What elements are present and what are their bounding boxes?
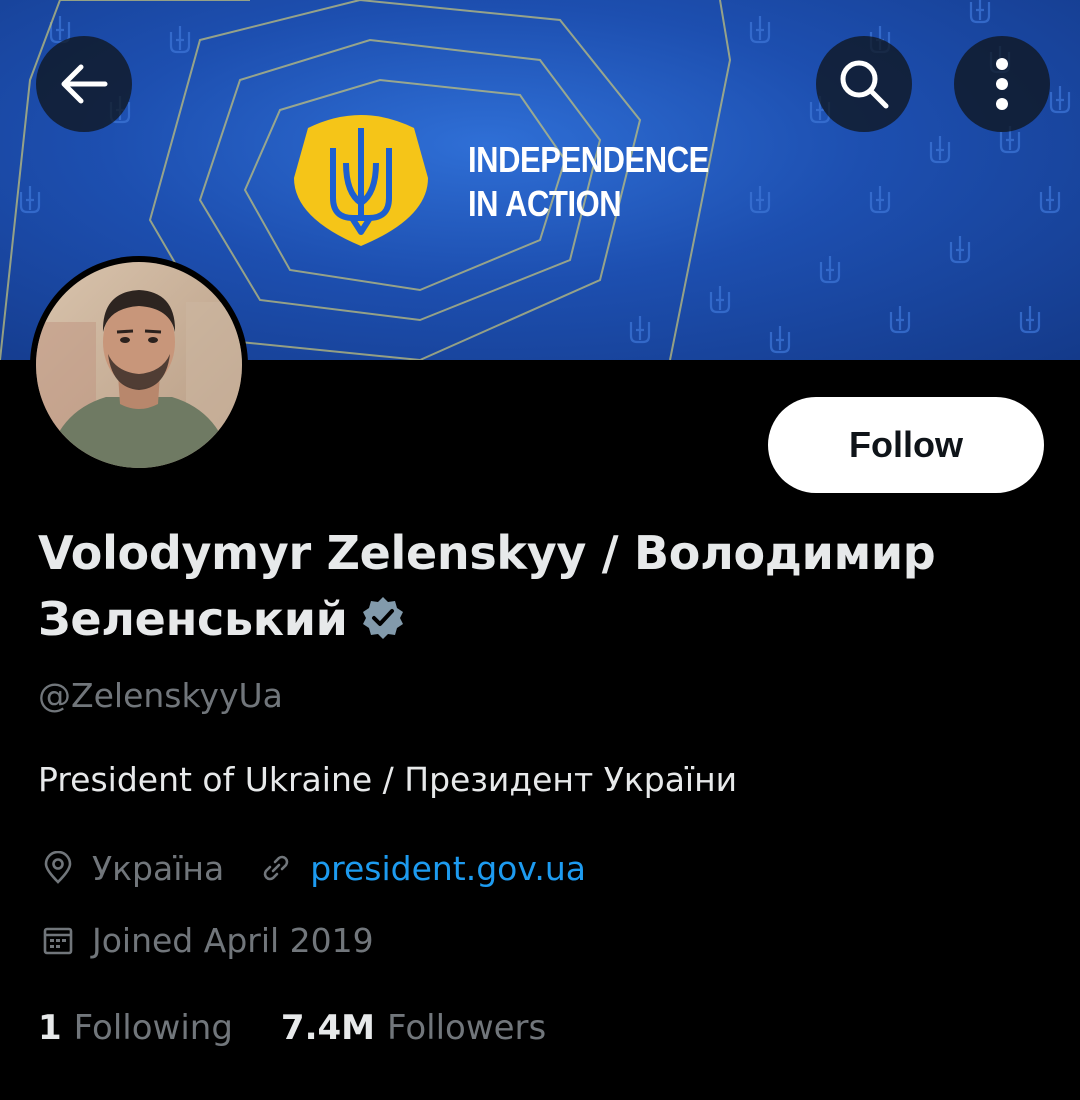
following-count: 1: [38, 1008, 62, 1048]
profile-website-link[interactable]: president.gov.ua: [310, 849, 586, 888]
more-vertical-icon: [996, 58, 1008, 110]
profile-bio: President of Ukraine / Президент України: [38, 760, 738, 799]
location-pin-icon: [38, 848, 78, 888]
arrow-left-icon: [61, 64, 108, 104]
following-stat[interactable]: 1 Following: [38, 1008, 233, 1048]
more-options-button[interactable]: [954, 36, 1050, 132]
search-button[interactable]: [816, 36, 912, 132]
banner-line-2: IN ACTION: [468, 183, 622, 224]
ukraine-emblem-icon: [294, 115, 428, 246]
display-name: Volodymyr Zelenskyy / Володимир Зеленськ…: [38, 526, 936, 646]
followers-label: Followers: [386, 1008, 547, 1048]
banner-slogan: INDEPENDENCE IN ACTION: [468, 138, 709, 226]
verified-badge-icon[interactable]: [360, 595, 406, 641]
following-label: Following: [73, 1008, 233, 1048]
followers-stat[interactable]: 7.4M Followers: [281, 1008, 546, 1048]
follow-button[interactable]: Follow: [768, 397, 1044, 493]
profile-joined-row: Joined April 2019: [38, 920, 374, 960]
profile-joined-date: Joined April 2019: [92, 920, 374, 960]
profile-name-block: Volodymyr Zelenskyy / Володимир Зеленськ…: [38, 520, 1048, 652]
profile-avatar[interactable]: [30, 256, 248, 474]
avatar-photo: [36, 262, 242, 468]
profile-handle: @ZelenskyyUa: [38, 676, 283, 715]
profile-location: Україна: [92, 848, 225, 888]
profile-meta-row: Україна president.gov.ua: [38, 848, 586, 888]
calendar-icon: [38, 920, 78, 960]
search-icon: [840, 60, 889, 109]
back-button[interactable]: [36, 36, 132, 132]
banner-line-1: INDEPENDENCE: [468, 139, 709, 180]
profile-stats: 1 Following 7.4M Followers: [38, 1008, 594, 1048]
followers-count: 7.4M: [280, 1008, 375, 1048]
link-icon: [256, 848, 296, 888]
